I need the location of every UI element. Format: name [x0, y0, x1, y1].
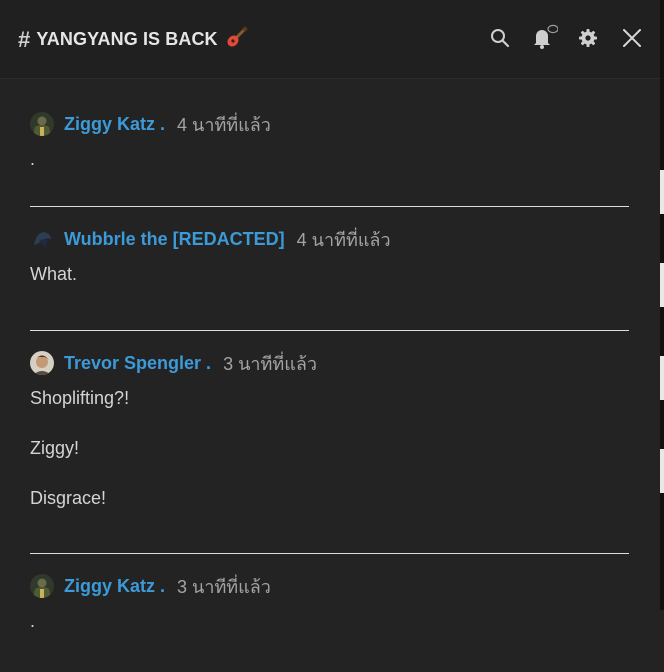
- message-text: .: [30, 149, 36, 169]
- chat-channel-window: # YANGYANG IS BACK Ziggy Katz . 4 นาทีที…: [0, 0, 664, 631]
- message-timestamp: 4 นาทีที่แล้ว: [296, 229, 391, 250]
- message-header: Ziggy Katz . 3 นาทีที่แล้ว: [30, 572, 629, 600]
- message-divider: [30, 553, 629, 554]
- close-button[interactable]: [618, 24, 646, 52]
- message-item: Trevor Spengler . 3 นาทีที่แล้ว Shoplift…: [30, 349, 629, 553]
- message-header: Wubbrle the [REDACTED] 4 นาทีที่แล้ว: [30, 225, 629, 253]
- message-header: Ziggy Katz . 4 นาทีที่แล้ว: [30, 110, 629, 138]
- channel-title: # YANGYANG IS BACK: [18, 26, 248, 53]
- message-text: What.: [30, 264, 78, 284]
- settings-gear-icon: [579, 29, 597, 47]
- notification-bell-icon: [534, 24, 558, 49]
- avatar[interactable]: [30, 227, 54, 251]
- message-text: Disgrace!: [30, 488, 107, 508]
- avatar[interactable]: [30, 574, 54, 598]
- message-text: .: [30, 611, 36, 631]
- author-name[interactable]: Wubbrle the [REDACTED]: [64, 229, 285, 250]
- message-header: Trevor Spengler . 3 นาทีที่แล้ว: [30, 349, 629, 377]
- message-text: Ziggy!: [30, 438, 80, 458]
- settings-button[interactable]: [574, 24, 602, 52]
- message-divider: [30, 206, 629, 207]
- hash-icon: #: [18, 26, 31, 52]
- message-timestamp: 4 นาทีที่แล้ว: [177, 114, 271, 135]
- edge-segment: [660, 356, 664, 400]
- edge-segment: [660, 263, 664, 307]
- channel-title-text: YANGYANG IS BACK: [36, 29, 218, 49]
- edge-segment: [660, 170, 664, 214]
- author-name[interactable]: Ziggy Katz .: [64, 576, 165, 597]
- message-feed: Ziggy Katz . 4 นาทีที่แล้ว . Wubbrle the…: [30, 100, 629, 672]
- search-icon: [491, 29, 510, 48]
- author-name[interactable]: Trevor Spengler .: [64, 353, 211, 374]
- guitar-emoji-icon: [226, 26, 248, 53]
- avatar[interactable]: [30, 112, 54, 136]
- message-timestamp: 3 นาทีที่แล้ว: [223, 353, 317, 374]
- author-name[interactable]: Ziggy Katz .: [64, 114, 165, 135]
- avatar[interactable]: [30, 351, 54, 375]
- message-text: Shoplifting?!: [30, 388, 130, 408]
- search-button[interactable]: [486, 24, 514, 52]
- message-item: Ziggy Katz . 3 นาทีที่แล้ว .: [30, 572, 629, 672]
- window-edge: [660, 0, 664, 610]
- close-icon: [623, 29, 641, 47]
- message-divider: [30, 330, 629, 331]
- edge-segment: [660, 449, 664, 493]
- notifications-button[interactable]: [530, 24, 558, 52]
- channel-header: # YANGYANG IS BACK: [0, 0, 660, 79]
- message-timestamp: 3 นาทีที่แล้ว: [177, 576, 271, 597]
- message-item: Ziggy Katz . 4 นาทีที่แล้ว .: [30, 110, 629, 206]
- message-item: Wubbrle the [REDACTED] 4 นาทีที่แล้ว Wha…: [30, 225, 629, 330]
